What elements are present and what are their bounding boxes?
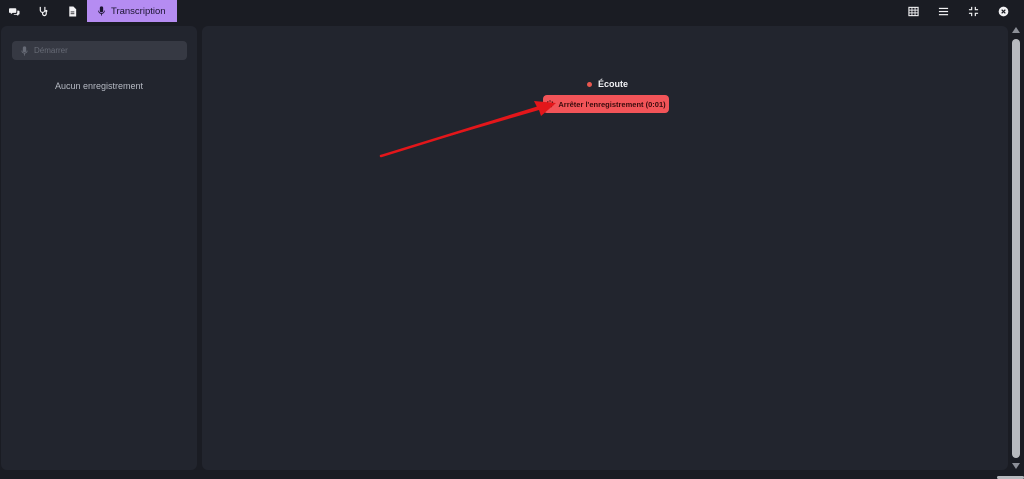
spinner-icon	[546, 100, 554, 108]
tab-chat[interactable]	[0, 0, 29, 22]
stop-recording-label: Arrêter l'enregistrement (0:01)	[558, 99, 666, 109]
collapse-icon	[968, 6, 978, 16]
tab-document[interactable]	[58, 0, 87, 22]
grid-icon	[907, 6, 919, 16]
close-icon	[998, 6, 1008, 16]
start-recording-placeholder: Démarrer	[34, 46, 68, 55]
recording-dot	[587, 81, 592, 87]
scroll-down-arrow[interactable]	[1012, 463, 1020, 469]
collapse-button[interactable]	[958, 0, 988, 22]
listening-status-label: Écoute	[598, 79, 629, 89]
tab-transcription-label: Transcription	[111, 5, 166, 17]
scroll-thumb[interactable]	[1012, 39, 1020, 458]
tab-transcription[interactable]: Transcription	[87, 0, 177, 22]
menu-icon	[938, 7, 948, 15]
stethoscope-icon	[39, 6, 48, 16]
scroll-up-arrow[interactable]	[1012, 27, 1020, 33]
transcription-panel: Écoute Arrêter l'enregistrement (0:01)	[202, 26, 1008, 470]
microphone-icon	[21, 45, 28, 56]
close-button[interactable]	[988, 0, 1018, 22]
listening-status: Écoute	[587, 79, 628, 89]
window-controls	[898, 0, 1018, 22]
chat-bubbles-icon	[9, 7, 20, 16]
microphone-icon	[98, 6, 105, 16]
no-recordings-label: Aucun enregistrement	[54, 81, 144, 91]
top-toolbar: Transcription	[0, 0, 1024, 22]
tab-medical[interactable]	[29, 0, 58, 22]
recordings-sidebar: Démarrer Aucun enregistrement	[1, 26, 197, 470]
menu-button[interactable]	[928, 0, 958, 22]
app-window: Transcription Démarrer Aucun enregistrem…	[0, 0, 1024, 479]
vertical-scrollbar[interactable]	[1010, 27, 1022, 470]
document-icon	[69, 5, 77, 17]
grid-view-button[interactable]	[898, 0, 928, 22]
stop-recording-button[interactable]: Arrêter l'enregistrement (0:01)	[543, 95, 669, 113]
start-recording-input[interactable]: Démarrer	[12, 41, 187, 60]
